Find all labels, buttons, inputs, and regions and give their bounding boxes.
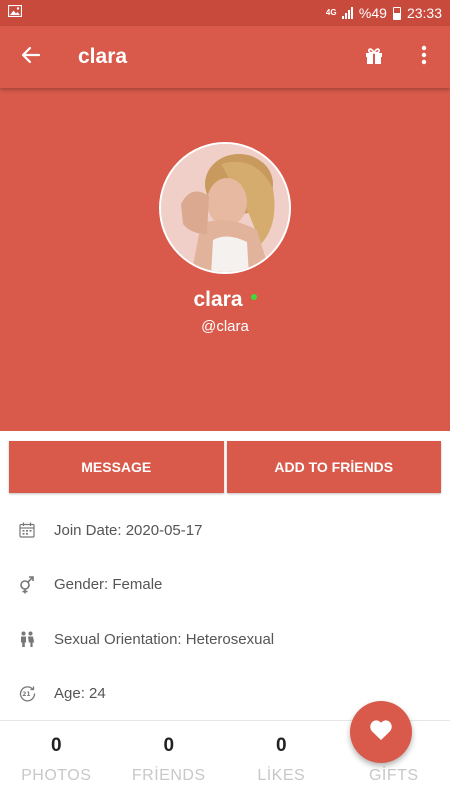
heart-icon	[369, 719, 393, 746]
join-date: Join Date: 2020-05-17	[54, 521, 203, 539]
stat-label: PHOTOS	[21, 767, 92, 784]
more-options-button[interactable]	[398, 26, 450, 88]
stat-count: 0	[50, 735, 62, 756]
gender: Gender: Female	[54, 576, 163, 594]
message-button[interactable]: MESSAGE	[9, 441, 224, 493]
profile-actions: MESSAGE ADD TO FRİENDS	[0, 431, 450, 503]
stat-friends[interactable]: 0 FRİENDS	[113, 721, 226, 800]
sexual-orientation: Sexual Orientation: Heterosexual	[54, 630, 275, 648]
like-button[interactable]	[350, 701, 412, 763]
signal-icon	[341, 7, 353, 19]
svg-text:21: 21	[22, 691, 30, 698]
image-icon	[7, 4, 23, 22]
stat-label: GİFTS	[368, 767, 419, 784]
stat-count: 0	[163, 735, 175, 756]
stat-count: 0	[275, 735, 287, 756]
back-button[interactable]	[0, 26, 62, 88]
online-status-dot	[250, 294, 257, 300]
calendar-icon	[18, 521, 36, 539]
list-item: Sexual Orientation: Heterosexual	[0, 612, 450, 667]
arrow-back-icon	[21, 45, 41, 70]
stat-label: FRİENDS	[131, 767, 206, 784]
gift-icon	[364, 45, 384, 70]
app-bar: clara	[0, 26, 450, 88]
list-item: Join Date: 2020-05-17	[0, 503, 450, 558]
profile-name-row: clara	[0, 288, 450, 312]
stat-photos[interactable]: 0 PHOTOS	[0, 721, 113, 800]
add-to-friends-button[interactable]: ADD TO FRİENDS	[226, 441, 441, 493]
page-title: clara	[78, 45, 128, 68]
age-icon: 21	[18, 685, 36, 703]
network-indicator: 4G	[325, 8, 337, 17]
gift-button[interactable]	[350, 26, 398, 88]
status-time: 23:33	[406, 5, 442, 21]
avatar[interactable]	[159, 142, 291, 274]
people-icon	[18, 630, 36, 648]
profile-header: clara @clara	[0, 88, 450, 431]
stat-label: LİKES	[257, 767, 306, 784]
status-bar: 4G %49 23:33	[0, 0, 450, 26]
profile-name: clara	[193, 288, 243, 311]
age: Age: 24	[54, 685, 106, 703]
more-vert-icon	[421, 45, 427, 70]
list-item: Gender: Female	[0, 558, 450, 613]
stat-likes[interactable]: 0 LİKES	[225, 721, 338, 800]
profile-info-list: Join Date: 2020-05-17 Gender: Female Sex…	[0, 503, 450, 721]
battery-icon	[392, 6, 401, 20]
profile-handle: @clara	[201, 318, 249, 335]
battery-percent: %49	[358, 5, 387, 21]
gender-icon	[18, 575, 36, 594]
